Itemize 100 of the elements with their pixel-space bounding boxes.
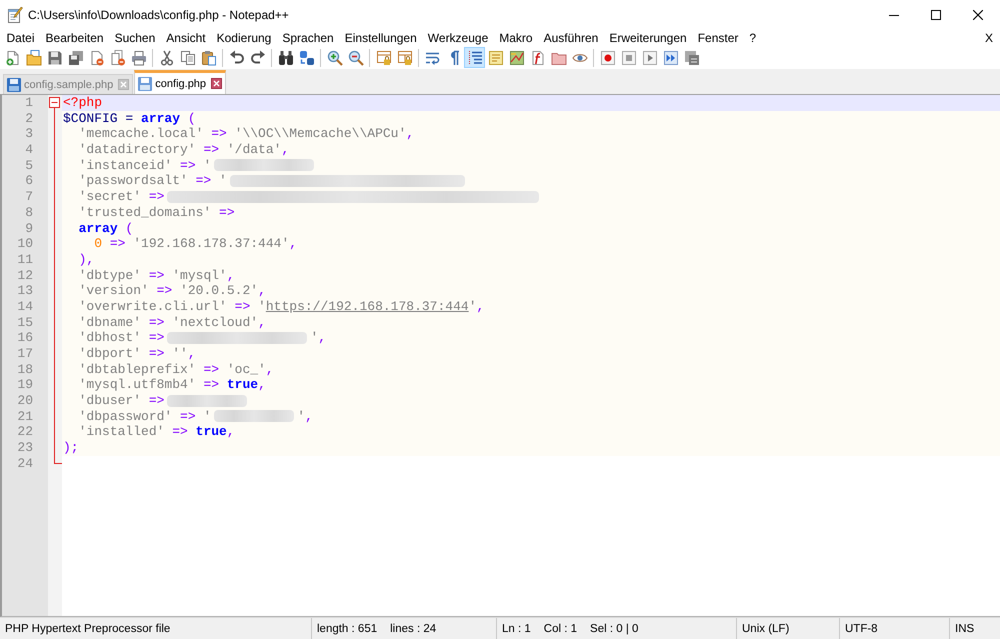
line-number: 20 [17, 393, 33, 408]
maximize-icon [931, 10, 941, 20]
status-text: Col : 1 [544, 622, 578, 634]
code-line: 'installed' => true, [78, 424, 235, 440]
menu-item[interactable]: ? [744, 30, 762, 46]
window-lines-icon [488, 50, 504, 66]
line-number: 4 [25, 142, 33, 158]
menu-item[interactable]: Erweiterungen [604, 30, 692, 46]
file-tab[interactable]: config.php [134, 70, 226, 94]
fast-forward-icon [662, 50, 678, 66]
clipboard-icon [200, 50, 216, 66]
code-line: 'passwordsalt' => ' [78, 173, 227, 188]
code-line: 'version' => '20.0.5.2', [78, 283, 266, 298]
line-number: 15 [17, 314, 33, 330]
line-number: 8 [25, 204, 33, 220]
line-number: 9 [25, 220, 33, 236]
menu-item[interactable]: Ausführen [538, 30, 604, 46]
line-number: 21 [17, 408, 33, 424]
status-text: lines : 24 [390, 622, 436, 634]
code-line: 'overwrite.cli.url' => 'https://192.168.178.37:444', [78, 298, 484, 314]
code-line: 'trusted_domains' => [78, 204, 235, 220]
code-line: 'dbtableprefix' => 'oc_', [78, 362, 274, 377]
status-text: Sel : 0 | 0 [590, 622, 638, 634]
menu-item[interactable]: Makro [494, 30, 538, 46]
line-number: 6 [25, 173, 33, 188]
menu-item[interactable]: Bearbeiten [40, 30, 110, 46]
line-number: 11 [17, 252, 33, 267]
line-number: 23 [17, 440, 33, 456]
scissors-icon [158, 50, 174, 66]
menu-item[interactable]: Werkzeuge [422, 30, 494, 46]
line-number: 18 [17, 362, 33, 377]
menu-item[interactable]: Einstellungen [339, 30, 422, 46]
menu-item[interactable]: Fenster [692, 30, 744, 46]
window-lock-icon [396, 50, 412, 66]
code-line: 'dbhost' => [78, 330, 164, 346]
status-text: UTF-8 [845, 622, 878, 634]
line-number: 7 [25, 189, 33, 204]
line-number: 3 [25, 126, 33, 142]
code-line: 'dbuser' => [78, 393, 164, 408]
line-number: 12 [17, 268, 33, 283]
code-line: ), [78, 252, 94, 267]
code-line: 'memcache.local' => '\\OC\\Memcache\\APCu', [78, 126, 414, 142]
folder-icon [26, 50, 42, 66]
floppy-disks-icon [68, 50, 84, 66]
documents-close-icon [110, 50, 126, 66]
zoom-out-icon [348, 50, 364, 66]
notepad-icon [7, 7, 23, 23]
menu-item[interactable]: Datei [1, 30, 40, 46]
url-link[interactable]: https://192.168.178.37:444 [266, 298, 469, 314]
binoculars-icon [278, 50, 294, 66]
code-line: <?php [63, 95, 102, 110]
replace-icon [298, 50, 314, 66]
line-number: 24 [17, 456, 33, 471]
line-number: 10 [17, 236, 33, 252]
code-line: 'instanceid' => ' [78, 158, 212, 173]
code-line: ', [297, 408, 313, 424]
function-page-icon [530, 50, 546, 66]
printer-icon [130, 50, 146, 66]
code-line: array ( [78, 220, 134, 236]
code-line: 'secret' => [78, 189, 164, 204]
line-number: 19 [17, 377, 33, 392]
line-number: 14 [17, 298, 33, 314]
menu-item[interactable]: Ansicht [160, 30, 212, 46]
code-line: 'mysql.utf8mb4' => true, [78, 377, 266, 392]
menu-item[interactable]: Suchen [109, 30, 161, 46]
undo-icon [228, 50, 244, 66]
code-line: 'dbpassword' => ' [78, 408, 212, 424]
document-close-icon [88, 50, 104, 66]
status-text: Unix (LF) [742, 622, 790, 634]
close-icon[interactable] [211, 78, 222, 89]
line-number: 22 [17, 424, 33, 440]
minimize-icon [889, 14, 899, 16]
redo-icon [250, 50, 266, 66]
line-number: 1 [25, 95, 33, 110]
new-document-icon [4, 50, 20, 66]
copy-icon [180, 50, 196, 66]
record-icon [600, 50, 616, 66]
status-text: PHP Hypertext Preprocessor file [5, 622, 170, 634]
code-line: 'dbname' => 'nextcloud', [78, 314, 266, 330]
code-line: 'dbtype' => 'mysql', [78, 268, 235, 283]
menu-item[interactable]: Kodierung [211, 30, 277, 46]
status-text: INS [955, 622, 974, 634]
window-lock-icon [376, 50, 392, 66]
code-line: ', [310, 330, 326, 346]
menu-item[interactable]: Sprachen [276, 30, 340, 46]
code-line: ); [63, 440, 79, 456]
line-number: 2 [25, 110, 33, 126]
zoom-in-icon [326, 50, 342, 66]
status-text: Ln : 1 [502, 622, 531, 634]
map-icon [508, 50, 524, 66]
window-title: C:\Users\info\Downloads\config.php - Notepad++ [28, 8, 289, 22]
close-icon [973, 10, 983, 20]
line-number: 17 [17, 346, 33, 361]
indent-guide-button[interactable] [464, 47, 485, 68]
minus-box-icon[interactable] [49, 97, 60, 108]
status-text: length : 651 [317, 622, 378, 634]
stop-icon [620, 50, 636, 66]
close-document-button[interactable]: X [978, 30, 1000, 46]
line-number: 16 [17, 330, 33, 346]
code-line: $CONFIG = array ( [63, 110, 196, 126]
